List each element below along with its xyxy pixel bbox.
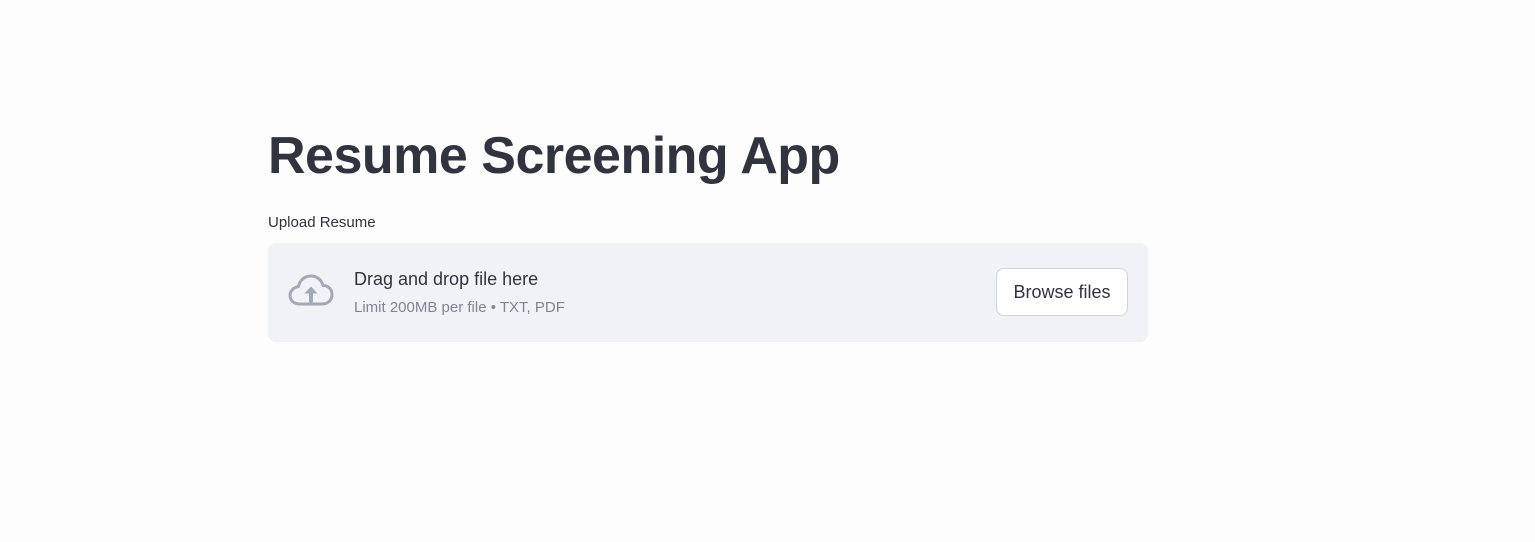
page-title: Resume Screening App [268, 127, 840, 185]
uploader-label: Upload Resume [268, 214, 376, 231]
dropzone-limits-text: Limit 200MB per file • TXT, PDF [354, 299, 565, 316]
dropzone-instructions: Drag and drop file here Limit 200MB per … [354, 267, 565, 318]
cloud-upload-icon [288, 273, 334, 309]
app-root: Resume Screening App Upload Resume Drag … [0, 0, 1535, 542]
dropzone-primary-text: Drag and drop file here [354, 269, 539, 289]
file-dropzone[interactable]: Drag and drop file here Limit 200MB per … [268, 243, 1148, 342]
browse-files-button[interactable]: Browse files [996, 268, 1128, 316]
